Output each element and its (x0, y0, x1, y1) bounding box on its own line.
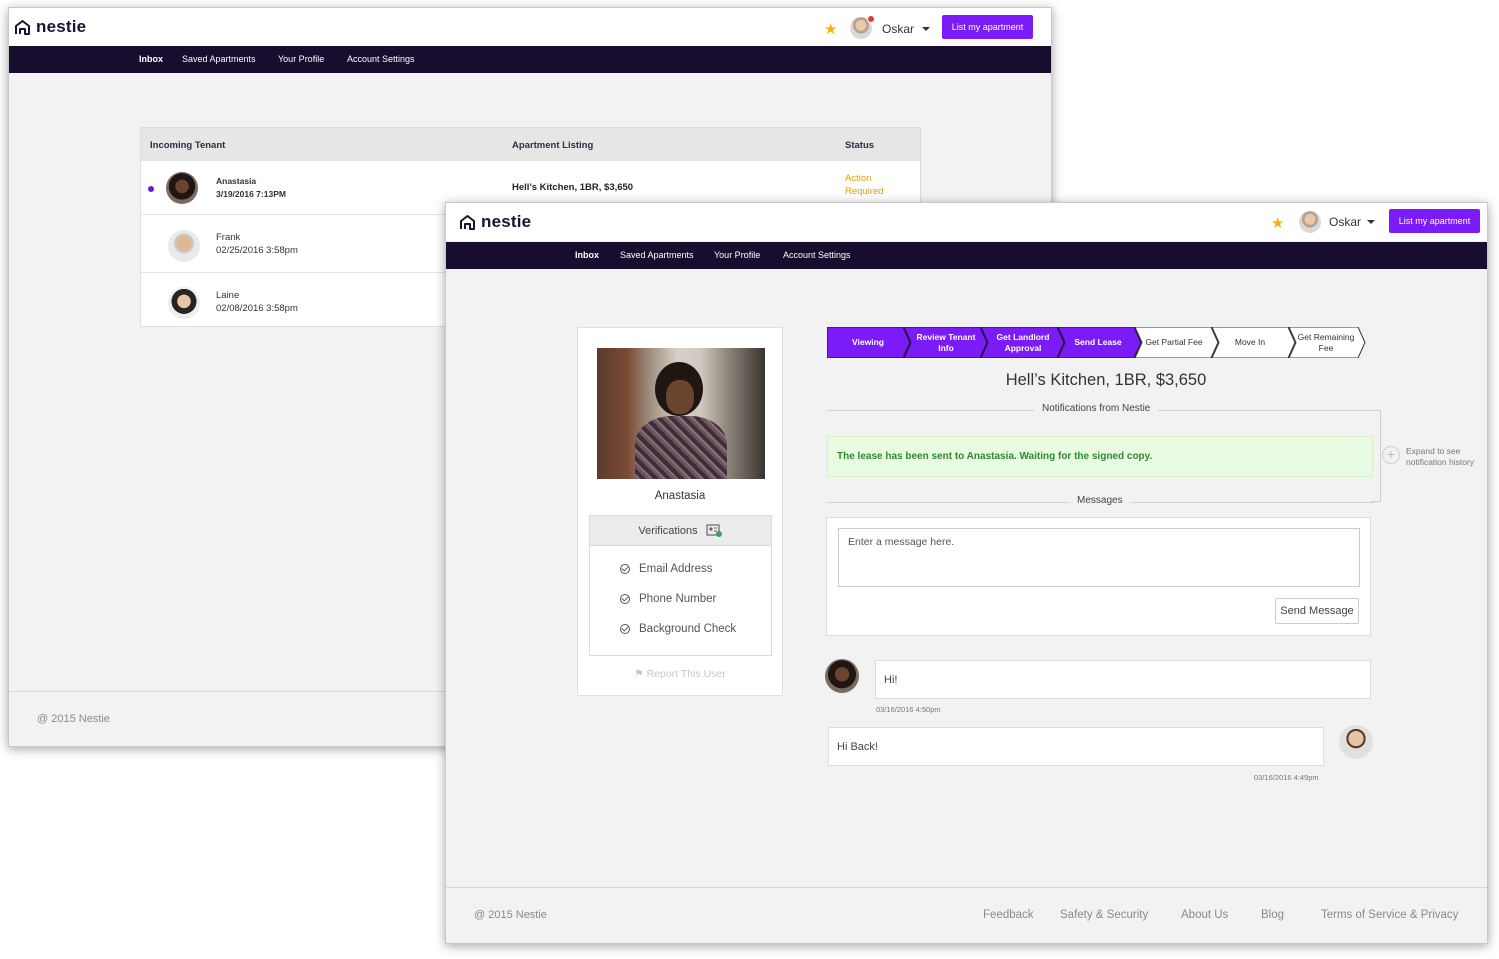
tenant-date: 02/08/2016 3:58pm (216, 303, 298, 314)
footer-copyright: @ 2015 Nestie (37, 713, 110, 725)
top-bar: nestie ★ Oskar List my apartment (9, 8, 1051, 46)
brand-name: nestie (481, 212, 532, 231)
check-circle-icon (620, 564, 630, 574)
nav-saved-apartments[interactable]: Saved Apartments (620, 250, 694, 260)
user-name[interactable]: Oskar (1329, 215, 1361, 229)
step-review-tenant-info[interactable]: Review Tenant Info (910, 327, 982, 358)
table-header: Incoming Tenant Apartment Listing Status (141, 128, 920, 160)
report-label: Report This User (646, 668, 726, 680)
listing-name: Hell’s Kitchen, 1BR, $3,650 (512, 182, 634, 193)
step-move-in[interactable]: Move In (1219, 327, 1281, 358)
chat-bubble-incoming: Hi! (875, 660, 1371, 699)
chat-timestamp: 03/16/2016 4:49pm (1254, 773, 1319, 782)
verification-email: Email Address (620, 563, 713, 575)
conversation-window: nestie ★ Oskar List my apartment Inbox S… (445, 202, 1488, 944)
step-get-partial-fee[interactable]: Get Partial Fee (1143, 327, 1205, 358)
list-apartment-button[interactable]: List my apartment (1389, 209, 1480, 233)
logo[interactable]: nestie (14, 17, 86, 37)
tenant-name: Anastasia (216, 176, 257, 186)
notification-message: The lease has been sent to Anastasia. Wa… (827, 436, 1373, 477)
nav-inbox[interactable]: Inbox (139, 54, 163, 64)
column-header-tenant: Incoming Tenant (150, 140, 226, 151)
expand-plus-icon[interactable]: + (1382, 446, 1400, 464)
top-bar: nestie ★ Oskar List my apartment (446, 203, 1487, 241)
tenant-avatar (168, 287, 200, 319)
chevron-down-icon[interactable] (922, 27, 930, 31)
footer: @ 2015 Nestie Feedback Safety & Security… (446, 887, 1487, 943)
step-get-remaining-fee[interactable]: Get Remaining Fee (1294, 327, 1358, 358)
favorites-star-icon[interactable]: ★ (1271, 214, 1284, 232)
report-user-link[interactable]: ⚑ Report This User (578, 668, 782, 680)
user-avatar[interactable] (1299, 211, 1321, 233)
message-composer: Enter a message here. Send Message (826, 517, 1371, 636)
nav-your-profile[interactable]: Your Profile (278, 54, 324, 64)
tenant-photo (597, 348, 765, 479)
nav-your-profile[interactable]: Your Profile (714, 250, 760, 260)
status-badge: Action Required (845, 173, 884, 197)
nav-saved-apartments[interactable]: Saved Apartments (182, 54, 256, 64)
footer-link-feedback[interactable]: Feedback (983, 909, 1034, 921)
tenant-date: 3/19/2016 7:13PM (216, 189, 286, 199)
column-header-listing: Apartment Listing (512, 140, 594, 151)
tenant-name: Laine (216, 290, 240, 301)
id-card-icon (706, 524, 722, 537)
my-chat-avatar (1339, 725, 1373, 759)
verification-phone: Phone Number (620, 593, 716, 605)
tenant-chat-avatar (825, 659, 859, 693)
tenant-profile-card: Anastasia Verifications Email Address Ph… (577, 327, 783, 696)
verifications-panel: Verifications Email Address Phone Number… (589, 515, 772, 656)
house-logo-icon (460, 214, 475, 230)
tenant-avatar (168, 230, 200, 262)
step-send-lease[interactable]: Send Lease (1063, 327, 1133, 358)
favorites-star-icon[interactable]: ★ (824, 20, 837, 38)
message-input[interactable]: Enter a message here. (838, 528, 1360, 587)
footer-link-safety[interactable]: Safety & Security (1060, 909, 1148, 921)
column-header-status: Status (845, 140, 875, 151)
messages-label: Messages (1069, 495, 1131, 506)
logo[interactable]: nestie (459, 212, 531, 232)
notifications-label: Notifications from Nestie (1034, 403, 1159, 414)
footer-copyright: @ 2015 Nestie (474, 909, 547, 921)
step-get-landlord-approval[interactable]: Get Landlord Approval (988, 327, 1058, 358)
verification-label: Phone Number (639, 593, 717, 605)
expand-history-hint[interactable]: Expand to see notification history (1406, 446, 1486, 468)
nav-account-settings[interactable]: Account Settings (347, 54, 415, 64)
main-nav: Inbox Saved Apartments Your Profile Acco… (9, 46, 1051, 73)
footer-link-about[interactable]: About Us (1181, 909, 1228, 921)
house-logo-icon (15, 19, 30, 35)
flag-icon: ⚑ (634, 668, 644, 680)
tenant-date: 02/25/2016 3:58pm (216, 245, 298, 256)
list-apartment-button[interactable]: List my apartment (942, 15, 1033, 39)
nav-account-settings[interactable]: Account Settings (783, 250, 851, 260)
check-circle-icon (620, 624, 630, 634)
footer-link-terms[interactable]: Terms of Service & Privacy (1321, 909, 1458, 921)
brand-name: nestie (36, 17, 87, 36)
listing-title: Hell’s Kitchen, 1BR, $3,650 (1005, 371, 1207, 389)
notification-badge (867, 15, 875, 23)
tenant-avatar (166, 172, 198, 204)
main-nav: Inbox Saved Apartments Your Profile Acco… (446, 242, 1487, 269)
nav-inbox[interactable]: Inbox (575, 250, 599, 260)
verification-label: Email Address (639, 563, 713, 575)
chat-bubble-outgoing: Hi Back! (828, 727, 1324, 766)
footer-link-blog[interactable]: Blog (1261, 909, 1284, 921)
tenant-name: Frank (216, 232, 241, 243)
unread-indicator (148, 186, 154, 192)
profile-name: Anastasia (654, 490, 706, 502)
chat-timestamp: 03/16/2016 4:50pm (876, 705, 941, 714)
step-viewing[interactable]: Viewing (829, 327, 907, 358)
send-message-button[interactable]: Send Message (1275, 598, 1359, 624)
verifications-header: Verifications (590, 516, 771, 546)
check-circle-icon (620, 594, 630, 604)
chevron-down-icon[interactable] (1367, 220, 1375, 224)
verification-background: Background Check (620, 623, 736, 635)
user-name[interactable]: Oskar (882, 22, 914, 36)
verifications-title: Verifications (638, 524, 698, 537)
verification-label: Background Check (639, 623, 737, 635)
